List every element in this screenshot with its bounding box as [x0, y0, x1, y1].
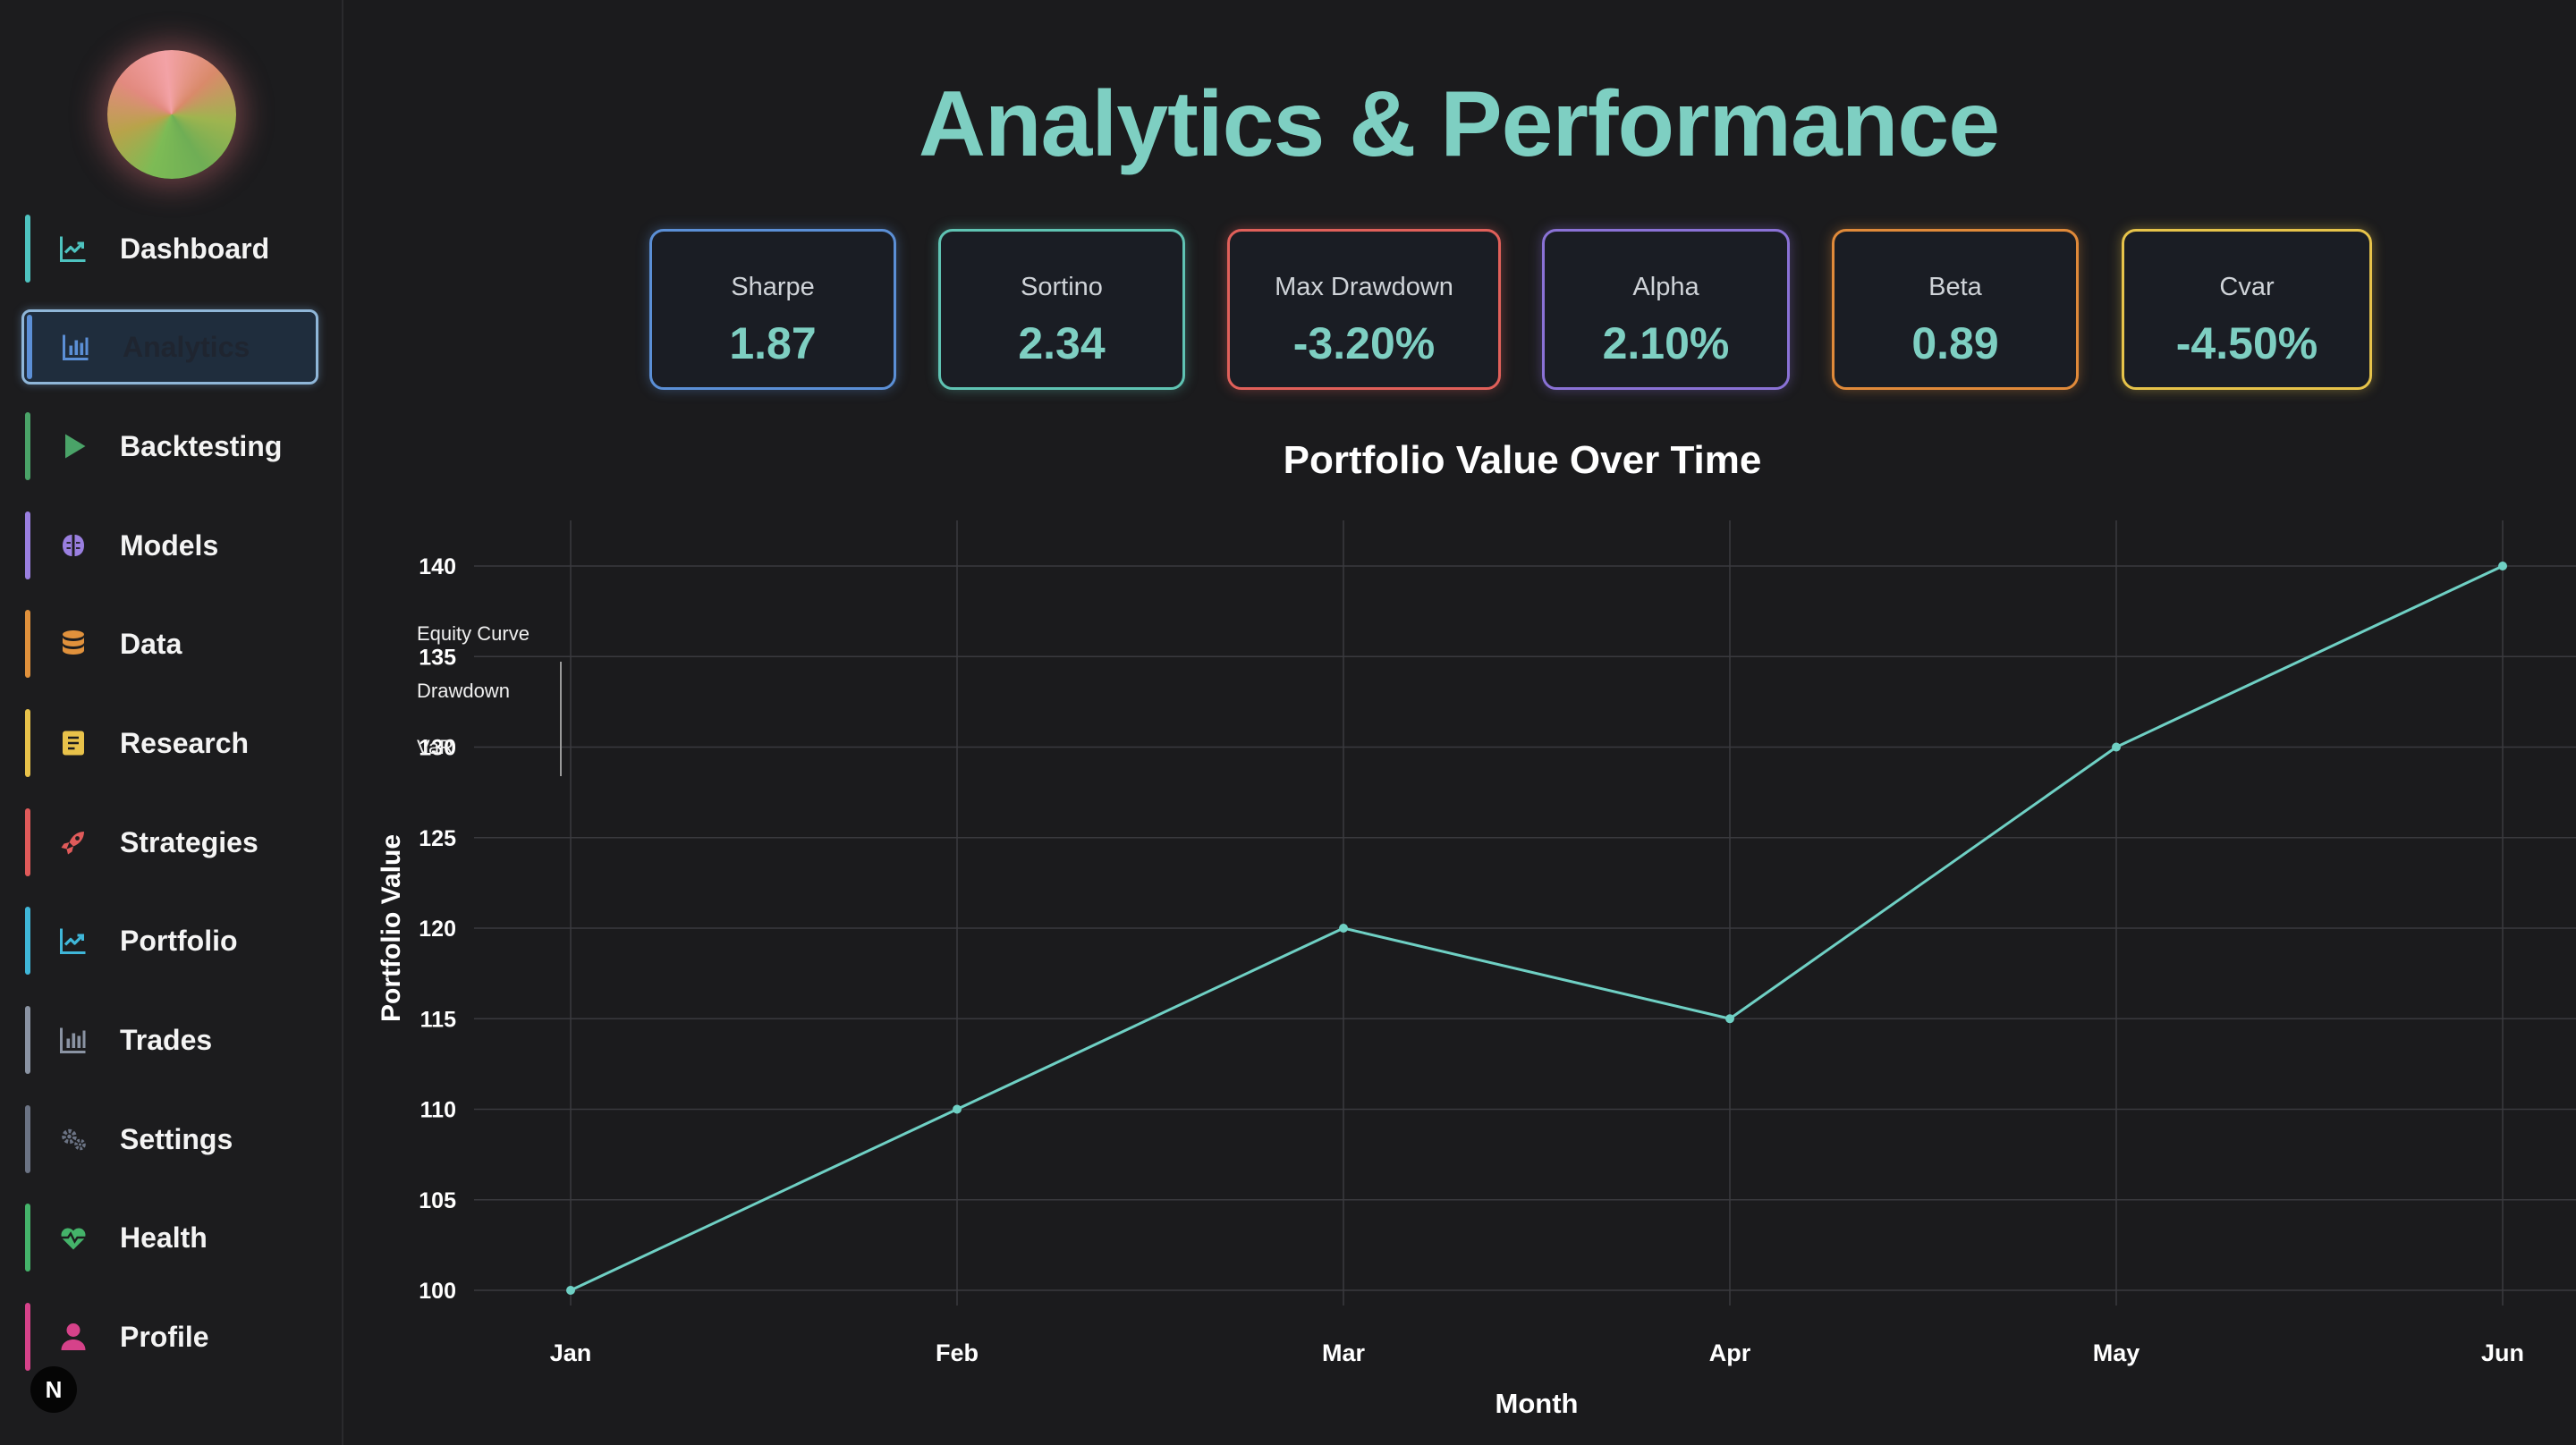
data-point: [2498, 562, 2507, 570]
y-axis-label: Portfolio Value: [377, 834, 406, 1022]
portfolio-line-chart: 100105110115120125130135140Jan Feb Mar Apr M…: [377, 520, 2576, 1419]
y-tick-label: 115: [420, 1007, 456, 1032]
x-tick-label: Jun: [2481, 1339, 2524, 1366]
legend-item-var[interactable]: VaR: [417, 736, 453, 759]
y-tick-label: 110: [420, 1098, 456, 1123]
x-axis-label: Month: [1496, 1388, 1579, 1419]
x-tick-label: Jan: [550, 1339, 592, 1366]
x-tick-label: Mar: [1322, 1339, 1366, 1366]
y-tick-label: 120: [419, 917, 456, 942]
data-point: [566, 1286, 575, 1295]
x-tick-label: Feb: [936, 1339, 979, 1366]
data-point: [1725, 1014, 1734, 1024]
y-tick-label: 135: [419, 645, 456, 670]
y-tick-label: 140: [419, 554, 456, 579]
data-point: [953, 1104, 962, 1114]
y-tick-label: 125: [419, 826, 456, 851]
legend-divider: [560, 662, 562, 776]
y-tick-label: 100: [419, 1279, 456, 1304]
y-tick-label: 105: [419, 1188, 456, 1213]
data-point: [2112, 742, 2121, 752]
x-tick-label: May: [2093, 1339, 2140, 1366]
x-tick-label: Apr: [1709, 1339, 1751, 1366]
legend-item-equity-curve[interactable]: Equity Curve: [417, 622, 530, 646]
data-point: [1339, 924, 1348, 933]
legend-item-drawdown[interactable]: Drawdown: [417, 680, 510, 703]
